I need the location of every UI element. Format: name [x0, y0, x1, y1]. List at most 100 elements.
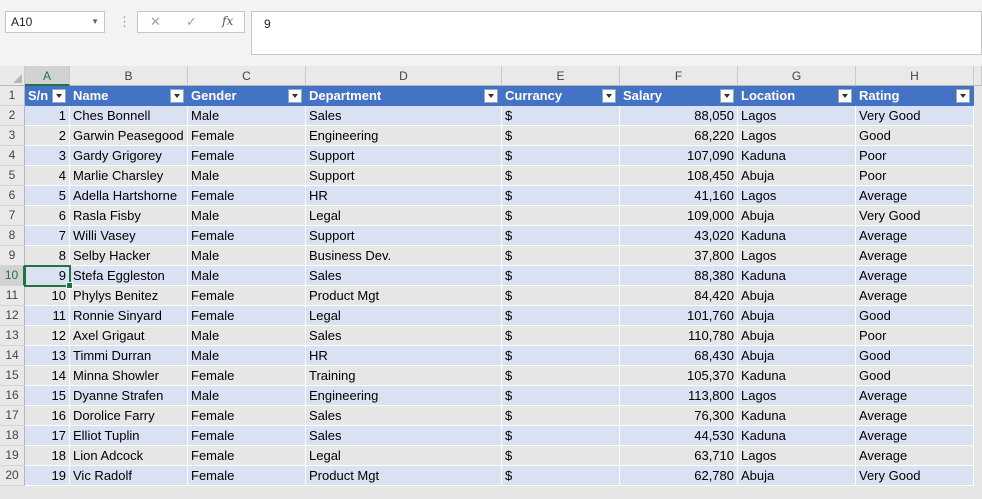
table-cell[interactable]: Abuja — [738, 466, 856, 486]
table-cell[interactable]: $ — [502, 206, 620, 226]
table-cell[interactable]: Average — [856, 226, 974, 246]
row-header-7[interactable]: 7 — [0, 206, 25, 226]
table-cell[interactable]: Support — [306, 166, 502, 186]
table-cell[interactable]: $ — [502, 106, 620, 126]
table-cell[interactable]: Kaduna — [738, 426, 856, 446]
row-header-10[interactable]: 10 — [0, 266, 25, 286]
table-cell[interactable]: 76,300 — [620, 406, 738, 426]
table-cell[interactable]: Good — [856, 306, 974, 326]
table-cell[interactable]: Selby Hacker — [70, 246, 188, 266]
filter-dropdown-icon[interactable] — [602, 89, 616, 103]
table-cell[interactable]: $ — [502, 406, 620, 426]
table-header-cell[interactable]: Name — [70, 86, 188, 106]
table-cell[interactable]: Business Dev. — [306, 246, 502, 266]
row-header-6[interactable]: 6 — [0, 186, 25, 206]
row-header-5[interactable]: 5 — [0, 166, 25, 186]
filter-dropdown-icon[interactable] — [838, 89, 852, 103]
table-cell[interactable]: Very Good — [856, 206, 974, 226]
table-cell[interactable]: Average — [856, 186, 974, 206]
table-cell[interactable]: 41,160 — [620, 186, 738, 206]
table-cell[interactable]: 44,530 — [620, 426, 738, 446]
table-cell[interactable]: Sales — [306, 326, 502, 346]
table-cell[interactable]: HR — [306, 346, 502, 366]
table-cell[interactable]: 7 — [25, 226, 70, 246]
table-cell[interactable]: Male — [188, 266, 306, 286]
column-header-c[interactable]: C — [188, 66, 306, 86]
table-cell[interactable]: 4 — [25, 166, 70, 186]
column-header-f[interactable]: F — [620, 66, 738, 86]
table-cell[interactable]: Male — [188, 166, 306, 186]
table-cell[interactable]: Garwin Peasegood — [70, 126, 188, 146]
table-cell[interactable]: 43,020 — [620, 226, 738, 246]
table-cell[interactable]: Male — [188, 346, 306, 366]
table-cell[interactable]: Legal — [306, 206, 502, 226]
table-cell[interactable]: Male — [188, 246, 306, 266]
enter-icon[interactable]: ✓ — [186, 14, 197, 30]
table-cell[interactable]: 107,090 — [620, 146, 738, 166]
table-header-cell[interactable]: Rating — [856, 86, 974, 106]
table-cell[interactable]: Kaduna — [738, 226, 856, 246]
row-header-13[interactable]: 13 — [0, 326, 25, 346]
table-cell[interactable]: Kaduna — [738, 366, 856, 386]
table-cell[interactable]: Minna Showler — [70, 366, 188, 386]
row-header-18[interactable]: 18 — [0, 426, 25, 446]
table-cell[interactable]: Average — [856, 266, 974, 286]
table-cell[interactable]: 2 — [25, 126, 70, 146]
column-header-h[interactable]: H — [856, 66, 974, 86]
table-cell[interactable]: 63,710 — [620, 446, 738, 466]
table-header-cell[interactable]: Salary — [620, 86, 738, 106]
table-cell[interactable]: Abuja — [738, 166, 856, 186]
name-box[interactable]: A10 ▼ — [5, 11, 105, 33]
table-cell[interactable]: Abuja — [738, 326, 856, 346]
table-cell[interactable]: Good — [856, 346, 974, 366]
table-cell[interactable]: Good — [856, 126, 974, 146]
cancel-icon[interactable]: ✕ — [150, 14, 161, 30]
table-cell[interactable]: Female — [188, 466, 306, 486]
table-cell[interactable]: 13 — [25, 346, 70, 366]
table-cell[interactable]: Stefa Eggleston — [70, 266, 188, 286]
table-cell[interactable]: Poor — [856, 166, 974, 186]
filter-dropdown-icon[interactable] — [484, 89, 498, 103]
table-cell[interactable]: $ — [502, 166, 620, 186]
table-cell[interactable]: Average — [856, 386, 974, 406]
table-cell[interactable]: Female — [188, 126, 306, 146]
table-cell[interactable]: Product Mgt — [306, 286, 502, 306]
table-cell[interactable]: Female — [188, 406, 306, 426]
table-cell[interactable]: Marlie Charsley — [70, 166, 188, 186]
chevron-down-icon[interactable]: ▼ — [91, 12, 99, 32]
column-header-a[interactable]: A — [25, 66, 70, 86]
table-header-cell[interactable]: Gender — [188, 86, 306, 106]
table-cell[interactable]: 17 — [25, 426, 70, 446]
table-cell[interactable]: 6 — [25, 206, 70, 226]
row-header-15[interactable]: 15 — [0, 366, 25, 386]
table-cell[interactable]: Elliot Tuplin — [70, 426, 188, 446]
table-cell[interactable]: 10 — [25, 286, 70, 306]
table-cell[interactable]: Average — [856, 426, 974, 446]
table-cell[interactable]: 14 — [25, 366, 70, 386]
table-cell[interactable]: $ — [502, 246, 620, 266]
table-cell[interactable]: $ — [502, 366, 620, 386]
table-cell[interactable]: $ — [502, 466, 620, 486]
table-cell[interactable]: Lagos — [738, 386, 856, 406]
table-cell[interactable]: 101,760 — [620, 306, 738, 326]
table-cell[interactable]: Vic Radolf — [70, 466, 188, 486]
row-header-14[interactable]: 14 — [0, 346, 25, 366]
table-cell[interactable]: 11 — [25, 306, 70, 326]
table-header-cell[interactable]: Currancy — [502, 86, 620, 106]
row-header-8[interactable]: 8 — [0, 226, 25, 246]
table-cell[interactable]: Kaduna — [738, 146, 856, 166]
table-header-cell[interactable]: Location — [738, 86, 856, 106]
table-cell[interactable]: Dorolice Farry — [70, 406, 188, 426]
table-cell[interactable]: Abuja — [738, 346, 856, 366]
table-cell[interactable]: Female — [188, 226, 306, 246]
row-header-2[interactable]: 2 — [0, 106, 25, 126]
table-cell[interactable]: Female — [188, 146, 306, 166]
table-cell[interactable]: Lagos — [738, 106, 856, 126]
table-cell[interactable]: Legal — [306, 306, 502, 326]
row-header-11[interactable]: 11 — [0, 286, 25, 306]
column-header-e[interactable]: E — [502, 66, 620, 86]
row-header-20[interactable]: 20 — [0, 466, 25, 486]
row-header-9[interactable]: 9 — [0, 246, 25, 266]
table-cell[interactable]: Legal — [306, 446, 502, 466]
row-header-16[interactable]: 16 — [0, 386, 25, 406]
